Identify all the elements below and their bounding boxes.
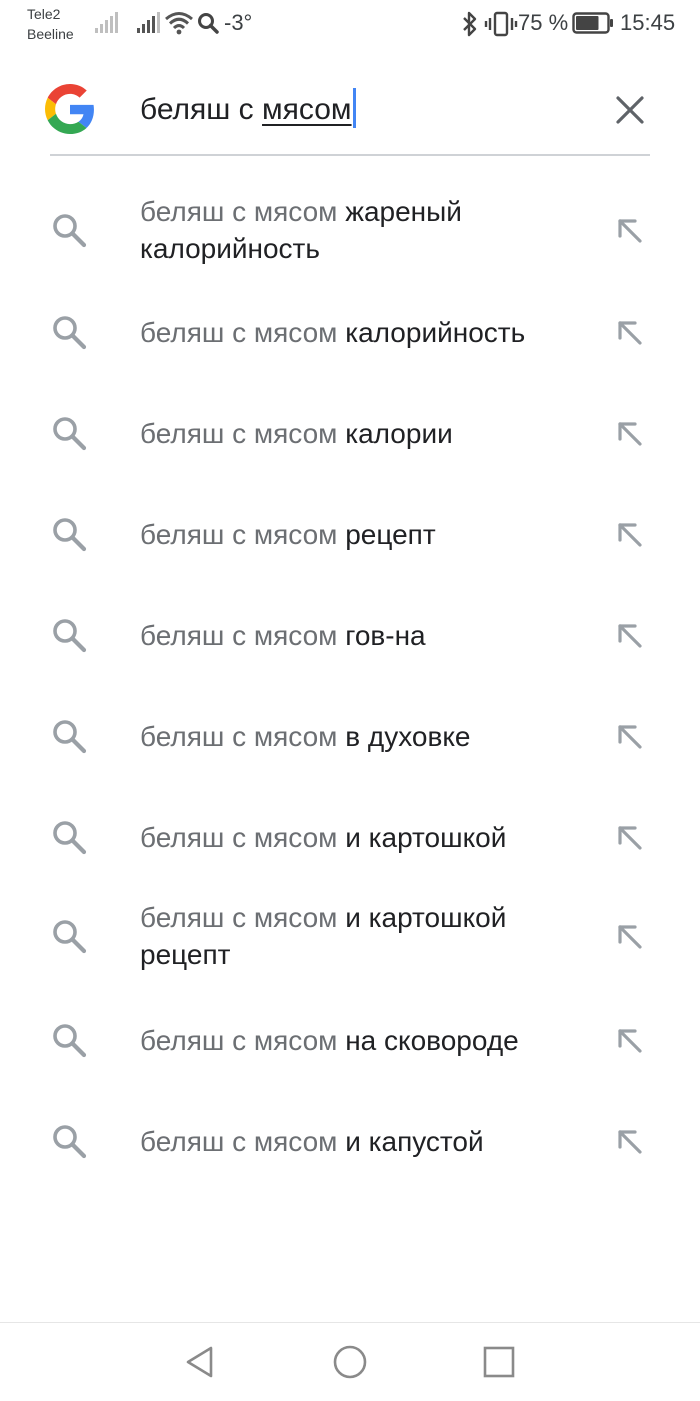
suggestion-item[interactable]: беляш с мясом на сковороде xyxy=(0,988,700,1088)
suggestion-prefix: беляш с мясом xyxy=(140,619,338,651)
fill-query-arrow-icon[interactable] xyxy=(614,721,644,751)
fill-query-arrow-icon[interactable] xyxy=(614,1025,644,1055)
suggestion-prefix: беляш с мясом xyxy=(140,196,338,227)
search-input[interactable]: беляш с мясом xyxy=(140,88,356,132)
suggestion-item[interactable]: беляш с мясом калорийность xyxy=(0,280,700,380)
suggestion-prefix: беляш с мясом xyxy=(140,821,338,853)
home-icon[interactable] xyxy=(331,1343,369,1381)
wifi-icon xyxy=(165,12,193,35)
suggestion-item[interactable]: беляш с мясом и капустой xyxy=(0,1089,700,1189)
carrier-1-label: Tele2 xyxy=(27,6,61,22)
fill-query-arrow-icon[interactable] xyxy=(614,418,644,448)
fill-query-arrow-icon[interactable] xyxy=(614,1126,644,1156)
suggestion-text: беляш с мясом в духовке xyxy=(140,718,590,755)
search-icon xyxy=(53,214,87,248)
vibrate-icon xyxy=(484,11,518,37)
suggestion-item[interactable]: беляш с мясом и картошкой рецепт xyxy=(0,886,700,986)
suggestion-suffix: гов-на xyxy=(345,619,426,651)
search-icon xyxy=(53,518,87,552)
suggestion-item[interactable]: беляш с мясом и картошкой xyxy=(0,785,700,885)
search-icon xyxy=(53,920,87,954)
suggestion-text: беляш с мясом и картошкой рецепт xyxy=(140,899,590,973)
suggestion-text: беляш с мясом калории xyxy=(140,415,590,452)
search-icon xyxy=(53,417,87,451)
search-icon xyxy=(53,720,87,754)
navigation-bar xyxy=(0,1322,700,1401)
signal-weak-icon xyxy=(95,12,118,33)
clock: 15:45 xyxy=(620,10,676,35)
search-icon xyxy=(53,316,87,350)
temperature: -3° xyxy=(224,10,253,35)
fill-query-arrow-icon[interactable] xyxy=(614,822,644,852)
back-icon[interactable] xyxy=(181,1343,219,1381)
suggestion-suffix: калории xyxy=(345,417,453,449)
bluetooth-icon xyxy=(463,11,477,37)
search-icon xyxy=(53,1125,87,1159)
suggestion-text: беляш с мясом рецепт xyxy=(140,516,590,553)
search-query-composing: мясом xyxy=(262,93,352,126)
suggestion-text: беляш с мясом на сковороде xyxy=(140,1022,590,1059)
suggestion-suffix: и капустой xyxy=(345,1125,484,1157)
battery-percent: 75 % xyxy=(518,10,569,35)
suggestion-suffix: на сковороде xyxy=(345,1024,519,1056)
suggestion-suffix: калорийность xyxy=(345,316,526,348)
battery-icon xyxy=(572,12,613,34)
suggestion-text: беляш с мясом жареный калорийность xyxy=(140,193,590,267)
fill-query-arrow-icon[interactable] xyxy=(614,215,644,245)
fill-query-arrow-icon[interactable] xyxy=(614,921,644,951)
suggestion-text: беляш с мясом гов-на xyxy=(140,617,590,654)
suggestion-text: беляш с мясом калорийность xyxy=(140,314,590,351)
suggestion-item[interactable]: беляш с мясом гов-на xyxy=(0,583,700,683)
suggestion-item[interactable]: беляш с мясом в духовке xyxy=(0,684,700,784)
search-icon xyxy=(53,1024,87,1058)
search-status-icon xyxy=(198,13,219,34)
fill-query-arrow-icon[interactable] xyxy=(614,317,644,347)
signal-icon xyxy=(137,12,160,33)
suggestion-prefix: беляш с мясом xyxy=(140,720,338,752)
suggestion-text: беляш с мясом и капустой xyxy=(140,1123,590,1160)
google-g-logo xyxy=(45,84,94,134)
suggestion-prefix: беляш с мясом xyxy=(140,1125,338,1157)
close-icon[interactable] xyxy=(608,88,652,132)
suggestion-prefix: беляш с мясом xyxy=(140,518,338,550)
suggestion-suffix: рецепт xyxy=(345,518,436,550)
suggestion-prefix: беляш с мясом xyxy=(140,417,338,449)
suggestion-suffix: в духовке xyxy=(345,720,471,752)
search-icon xyxy=(53,821,87,855)
search-divider xyxy=(50,154,650,156)
suggestion-text: беляш с мясом и картошкой xyxy=(140,819,590,856)
suggestion-item[interactable]: беляш с мясом жареный калорийность xyxy=(0,180,700,280)
carrier-names: Tele2 Beeline xyxy=(27,4,74,44)
battery-fill xyxy=(576,16,599,30)
fill-query-arrow-icon[interactable] xyxy=(614,620,644,650)
search-query-text: беляш с xyxy=(140,93,263,126)
suggestion-suffix: и картошкой xyxy=(345,821,507,853)
suggestion-item[interactable]: беляш с мясом рецепт xyxy=(0,482,700,582)
fill-query-arrow-icon[interactable] xyxy=(614,519,644,549)
search-icon xyxy=(53,619,87,653)
recents-icon[interactable] xyxy=(480,1343,518,1381)
text-caret xyxy=(352,88,356,129)
suggestion-prefix: беляш с мясом xyxy=(140,316,338,348)
suggestion-prefix: беляш с мясом xyxy=(140,1024,338,1056)
suggestion-item[interactable]: беляш с мясом калории xyxy=(0,381,700,481)
carrier-2-label: Beeline xyxy=(27,26,74,42)
suggestion-prefix: беляш с мясом xyxy=(140,902,338,933)
status-bar: Tele2 Beeline -3° 75 % 15:45 xyxy=(0,0,700,52)
